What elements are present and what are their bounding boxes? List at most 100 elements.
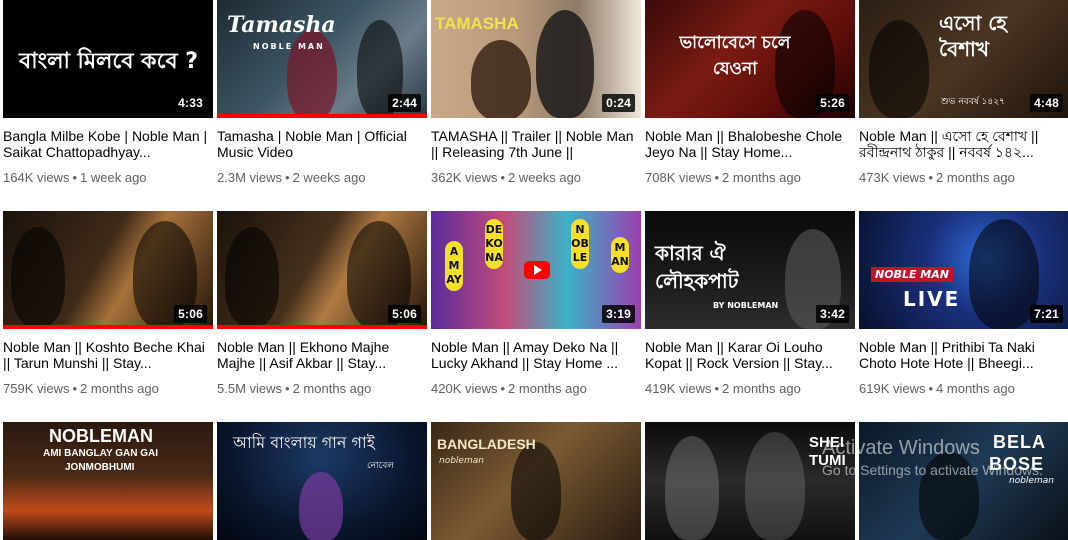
video-card[interactable]: 5:06 Noble Man || Ekhono Majhe Majhe || … <box>217 211 427 396</box>
video-card[interactable]: BELA BOSE nobleman <box>859 422 1068 540</box>
video-title[interactable]: Noble Man || Karar Oi Louho Kopat || Roc… <box>645 339 851 371</box>
thumbnail-caption: BELA <box>993 432 1046 452</box>
thumbnail-caption: Tamasha <box>227 12 336 38</box>
video-thumbnail[interactable]: এসো হে বৈশাখ শুভ নববর্ষ ১৪২৭ 4:48 <box>859 0 1068 118</box>
video-meta: 473K views • 2 months ago <box>859 170 1015 185</box>
watch-progress <box>217 114 427 118</box>
upload-age: 4 months ago <box>936 381 1015 396</box>
view-count: 759K views <box>3 381 70 396</box>
thumbnail-caption: এসো হে বৈশাখ <box>939 11 1007 61</box>
duration-badge: 7:21 <box>1030 305 1063 323</box>
duration-badge: 5:26 <box>816 94 849 112</box>
video-title[interactable]: TAMASHA || Trailer || Noble Man || Relea… <box>431 128 637 160</box>
watch-progress <box>217 325 427 329</box>
video-thumbnail[interactable]: ভালোবেসে চলে যেওনা 5:26 <box>645 0 855 118</box>
view-count: 2.3M views <box>217 170 283 185</box>
video-thumbnail[interactable]: NOBLEMAN AMI BANGLAY GAN GAI JONMOBHUMI <box>3 422 213 540</box>
video-card[interactable]: NOBLEMAN AMI BANGLAY GAN GAI JONMOBHUMI <box>3 422 213 540</box>
video-thumbnail[interactable]: NOBLE MAN LIVE 7:21 <box>859 211 1068 329</box>
video-thumbnail[interactable]: Tamasha NOBLE MAN 2:44 <box>217 0 427 118</box>
video-card[interactable]: BANGLADESH nobleman <box>431 422 641 540</box>
video-meta: 619K views • 4 months ago <box>859 381 1015 396</box>
video-card[interactable]: বাংলা মিলবে কবে ? 4:33 Bangla Milbe Kobe… <box>3 0 213 185</box>
upload-age: 1 week ago <box>80 170 147 185</box>
video-thumbnail[interactable]: SHEI TUMI <box>645 422 855 540</box>
thumbnail-word: AMAY <box>445 241 463 291</box>
video-title[interactable]: Bangla Milbe Kobe | Noble Man | Saikat C… <box>3 128 209 160</box>
video-thumbnail[interactable]: 5:06 <box>3 211 213 329</box>
video-card[interactable]: Tamasha NOBLE MAN 2:44 Tamasha | Noble M… <box>217 0 427 185</box>
thumbnail-caption: SHEI <box>809 434 845 451</box>
upload-age: 2 months ago <box>722 170 801 185</box>
video-thumbnail[interactable]: AMAY DEKONA NOBLE MAN 3:19 <box>431 211 641 329</box>
thumbnail-caption: বাংলা মিলবে কবে ? <box>19 49 199 74</box>
video-title[interactable]: Noble Man || Prithibi Ta Naki Choto Hote… <box>859 339 1065 371</box>
video-thumbnail[interactable]: BANGLADESH nobleman <box>431 422 641 540</box>
video-thumbnail[interactable]: BELA BOSE nobleman <box>859 422 1068 540</box>
video-meta: 5.5M views • 2 months ago <box>217 381 372 396</box>
view-count: 164K views <box>3 170 70 185</box>
video-thumbnail[interactable]: TAMASHA 0:24 <box>431 0 641 118</box>
duration-badge: 5:06 <box>388 305 421 323</box>
video-title[interactable]: Noble Man || Bhalobeshe Chole Jeyo Na ||… <box>645 128 851 160</box>
video-meta: 420K views • 2 months ago <box>431 381 587 396</box>
duration-badge: 4:48 <box>1030 94 1063 112</box>
thumbnail-caption: আমি বাংলায় গান গাই <box>233 433 375 452</box>
upload-age: 2 weeks ago <box>508 170 582 185</box>
video-card[interactable]: আমি বাংলায় গান গাই নোবেল <box>217 422 427 540</box>
upload-age: 2 months ago <box>292 381 372 396</box>
video-thumbnail[interactable]: বাংলা মিলবে কবে ? 4:33 <box>3 0 213 118</box>
thumbnail-caption: BANGLADESH <box>437 436 536 452</box>
thumbnail-word: NOBLE <box>571 219 589 269</box>
upload-age: 2 months ago <box>508 381 587 396</box>
video-title[interactable]: Noble Man || Amay Deko Na || Lucky Akhan… <box>431 339 637 371</box>
video-card[interactable]: 5:06 Noble Man || Koshto Beche Khai || T… <box>3 211 213 396</box>
video-card[interactable]: TAMASHA 0:24 TAMASHA || Trailer || Noble… <box>431 0 641 185</box>
video-thumbnail[interactable]: কারার ঐ লৌহকপাট BY NOBLEMAN 3:42 <box>645 211 855 329</box>
thumbnail-caption: NOBLE MAN <box>871 267 953 282</box>
thumbnail-subcaption: NOBLE MAN <box>253 42 325 51</box>
video-meta: 759K views • 2 months ago <box>3 381 159 396</box>
view-count: 5.5M views <box>217 381 283 396</box>
view-count: 619K views <box>859 381 926 396</box>
duration-badge: 3:19 <box>602 305 635 323</box>
video-meta: 362K views • 2 weeks ago <box>431 170 582 185</box>
video-card[interactable]: এসো হে বৈশাখ শুভ নববর্ষ ১৪২৭ 4:48 Noble … <box>859 0 1068 185</box>
duration-badge: 5:06 <box>174 305 207 323</box>
thumbnail-subcaption: nobleman <box>1009 476 1054 486</box>
video-thumbnail[interactable]: আমি বাংলায় গান গাই নোবেল <box>217 422 427 540</box>
video-card[interactable]: ভালোবেসে চলে যেওনা 5:26 Noble Man || Bha… <box>645 0 855 185</box>
thumbnail-caption: NOBLEMAN <box>49 426 153 446</box>
video-grid: বাংলা মিলবে কবে ? 4:33 Bangla Milbe Kobe… <box>0 0 1068 540</box>
video-meta: 708K views • 2 months ago <box>645 170 801 185</box>
thumbnail-subcaption: AMI BANGLAY GAN GAI <box>43 448 159 459</box>
view-count: 362K views <box>431 170 498 185</box>
duration-badge: 3:42 <box>816 305 849 323</box>
thumbnail-subcaption: নোবেল <box>367 461 394 471</box>
thumbnail-subcaption: BOSE <box>989 454 1045 474</box>
upload-age: 2 months ago <box>722 381 801 396</box>
video-card[interactable]: AMAY DEKONA NOBLE MAN 3:19 Noble Man || … <box>431 211 641 396</box>
thumbnail-subcaption: nobleman <box>439 456 484 466</box>
view-count: 419K views <box>645 381 712 396</box>
thumbnail-subcaption: BY NOBLEMAN <box>713 301 779 310</box>
view-count: 420K views <box>431 381 498 396</box>
video-thumbnail[interactable]: 5:06 <box>217 211 427 329</box>
thumbnail-word: DEKONA <box>485 219 503 269</box>
thumbnail-subcaption: JONMOBHUMI <box>65 462 135 473</box>
video-title[interactable]: Noble Man || Koshto Beche Khai || Tarun … <box>3 339 209 371</box>
video-title[interactable]: Noble Man || Ekhono Majhe Majhe || Asif … <box>217 339 423 371</box>
upload-age: 2 months ago <box>936 170 1015 185</box>
video-card[interactable]: SHEI TUMI <box>645 422 855 540</box>
thumbnail-subcaption: TUMI <box>809 452 846 469</box>
thumbnail-caption: TAMASHA <box>435 14 519 33</box>
thumbnail-word: MAN <box>611 237 629 273</box>
video-card[interactable]: কারার ঐ লৌহকপাট BY NOBLEMAN 3:42 Noble M… <box>645 211 855 396</box>
upload-age: 2 weeks ago <box>292 170 366 185</box>
thumbnail-subcaption: LIVE <box>903 287 961 311</box>
thumbnail-subcaption: শুভ নববর্ষ ১৪২৭ <box>941 97 1005 107</box>
thumbnail-caption: কারার ঐ লৌহকপাট <box>655 241 739 293</box>
video-title[interactable]: Noble Man || এসো হে বেশাখ || রবীন্দ্রনাথ… <box>859 128 1065 160</box>
video-title[interactable]: Tamasha | Noble Man | Official Music Vid… <box>217 128 423 160</box>
video-card[interactable]: NOBLE MAN LIVE 7:21 Noble Man || Prithib… <box>859 211 1068 396</box>
